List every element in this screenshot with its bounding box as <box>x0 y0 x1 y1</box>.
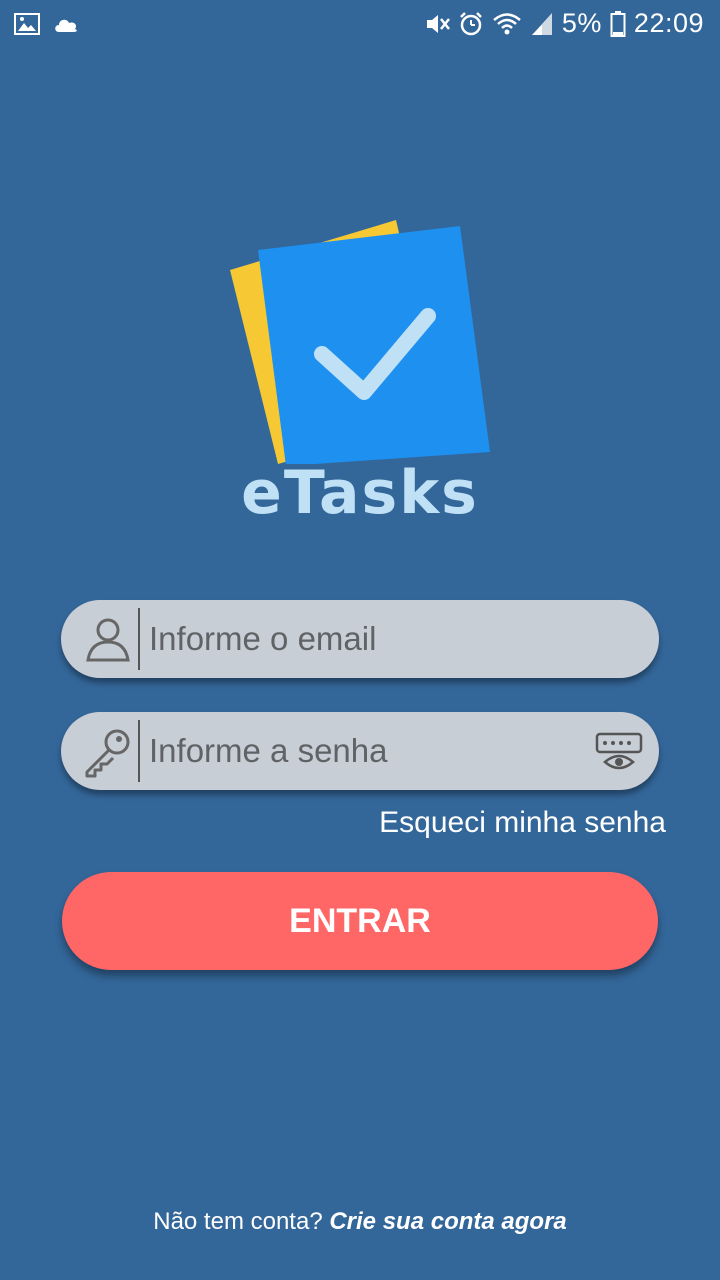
signup-prompt-text: Não tem conta? <box>153 1208 323 1235</box>
password-input[interactable] <box>149 724 569 778</box>
show-password-icon[interactable] <box>595 732 643 772</box>
user-icon <box>83 614 133 664</box>
email-input[interactable] <box>149 612 569 666</box>
field-divider <box>138 720 140 782</box>
password-field[interactable] <box>61 712 659 790</box>
email-field[interactable] <box>61 600 659 678</box>
field-divider <box>138 608 140 670</box>
signal-icon <box>530 11 554 37</box>
battery-icon <box>610 10 626 38</box>
image-icon <box>14 12 40 36</box>
clock: 22:09 <box>633 8 704 38</box>
wifi-icon <box>492 11 522 37</box>
alarm-icon <box>458 11 484 37</box>
status-bar: 5% 22:09 <box>0 0 720 50</box>
logo-notes-icon <box>230 220 490 466</box>
battery-percent: 5% <box>561 8 602 38</box>
status-right: 5% 22:09 <box>424 8 704 39</box>
app-logo: eTasks <box>224 214 496 528</box>
signup-prompt: Não tem conta? Crie sua conta agora <box>0 1208 720 1236</box>
cloud-icon <box>52 14 80 34</box>
signup-link[interactable]: Crie sua conta agora <box>329 1208 566 1235</box>
key-icon <box>83 726 133 778</box>
app-name: eTasks <box>241 458 479 528</box>
login-button[interactable]: ENTRAR <box>62 872 658 970</box>
status-left <box>14 12 80 36</box>
mute-icon <box>424 11 450 37</box>
forgot-password-link[interactable]: Esqueci minha senha <box>379 806 666 840</box>
